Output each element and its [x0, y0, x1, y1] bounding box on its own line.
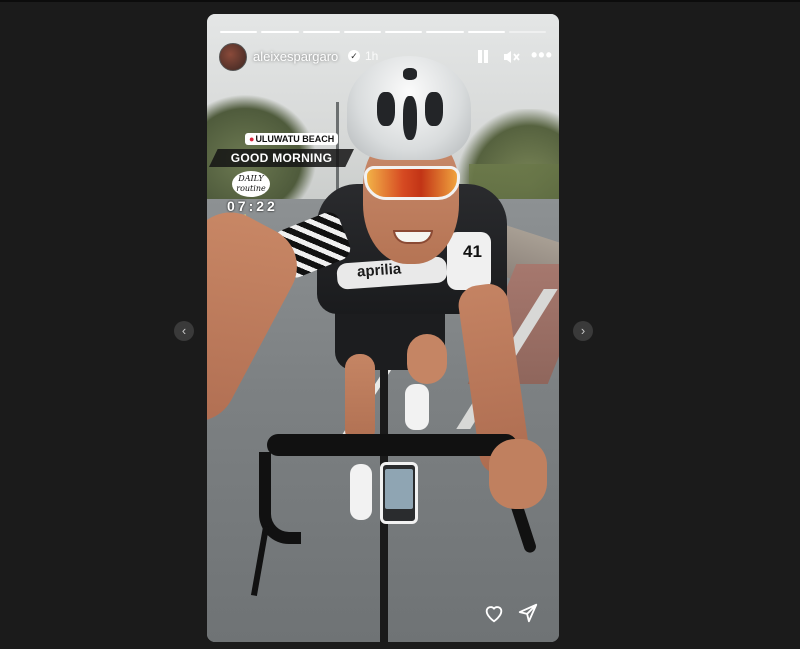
shoe-right [405, 384, 429, 430]
helmet-vent [403, 96, 417, 140]
pause-icon[interactable] [477, 50, 489, 63]
username[interactable]: aleixespargaro [253, 49, 338, 64]
routine-label: routine [236, 184, 266, 193]
story-header: aleixespargaro ✓ 1h ••• [219, 42, 552, 72]
progress-segment [508, 31, 546, 33]
location-sticker[interactable]: ●ULUWATU BEACH [245, 133, 339, 145]
chevron-right-icon: › [580, 323, 586, 338]
progress-segment [220, 31, 258, 33]
shoe-left [350, 464, 372, 520]
story-viewer[interactable]: aprilia 41 aleixespargaro ✓ 1h ••• ●ULUW… [207, 14, 559, 642]
time-sticker: 07:22 [227, 198, 278, 214]
chevron-left-icon: ‹ [181, 323, 187, 338]
leg-right [407, 334, 447, 384]
send-icon[interactable] [517, 602, 539, 624]
story-actions [483, 602, 547, 624]
progress-segment [302, 31, 340, 33]
more-icon[interactable]: ••• [531, 46, 553, 66]
hand-right [489, 439, 547, 509]
leg-left [345, 354, 375, 444]
progress-segment [343, 31, 381, 33]
next-story-button[interactable]: › [573, 321, 593, 341]
heart-icon[interactable] [483, 602, 505, 624]
jersey-number: 41 [463, 242, 482, 261]
daily-routine-sticker: DAILY routine [232, 171, 270, 197]
progress-segment [426, 31, 464, 33]
previous-story-button[interactable]: ‹ [174, 321, 194, 341]
handlebar [267, 434, 517, 456]
bike-computer-screen [385, 469, 413, 509]
daily-label: DAILY [238, 174, 264, 183]
avatar[interactable] [219, 43, 247, 71]
mute-icon[interactable] [502, 48, 520, 66]
verified-badge-icon: ✓ [348, 50, 360, 62]
story-progress-bar [220, 31, 546, 33]
street-pole [336, 102, 339, 192]
timestamp: 1h [365, 49, 379, 63]
progress-segment [261, 31, 299, 33]
progress-segment [385, 31, 423, 33]
sunglasses [364, 166, 460, 200]
helmet-vent [425, 92, 443, 126]
jersey-brand: aprilia [356, 260, 402, 281]
helmet-vent [377, 92, 395, 126]
location-label: ULUWATU BEACH [255, 134, 335, 144]
location-pin-icon: ● [249, 134, 255, 144]
greeting-sticker: GOOD MORNING [209, 149, 354, 167]
progress-segment [467, 31, 505, 33]
